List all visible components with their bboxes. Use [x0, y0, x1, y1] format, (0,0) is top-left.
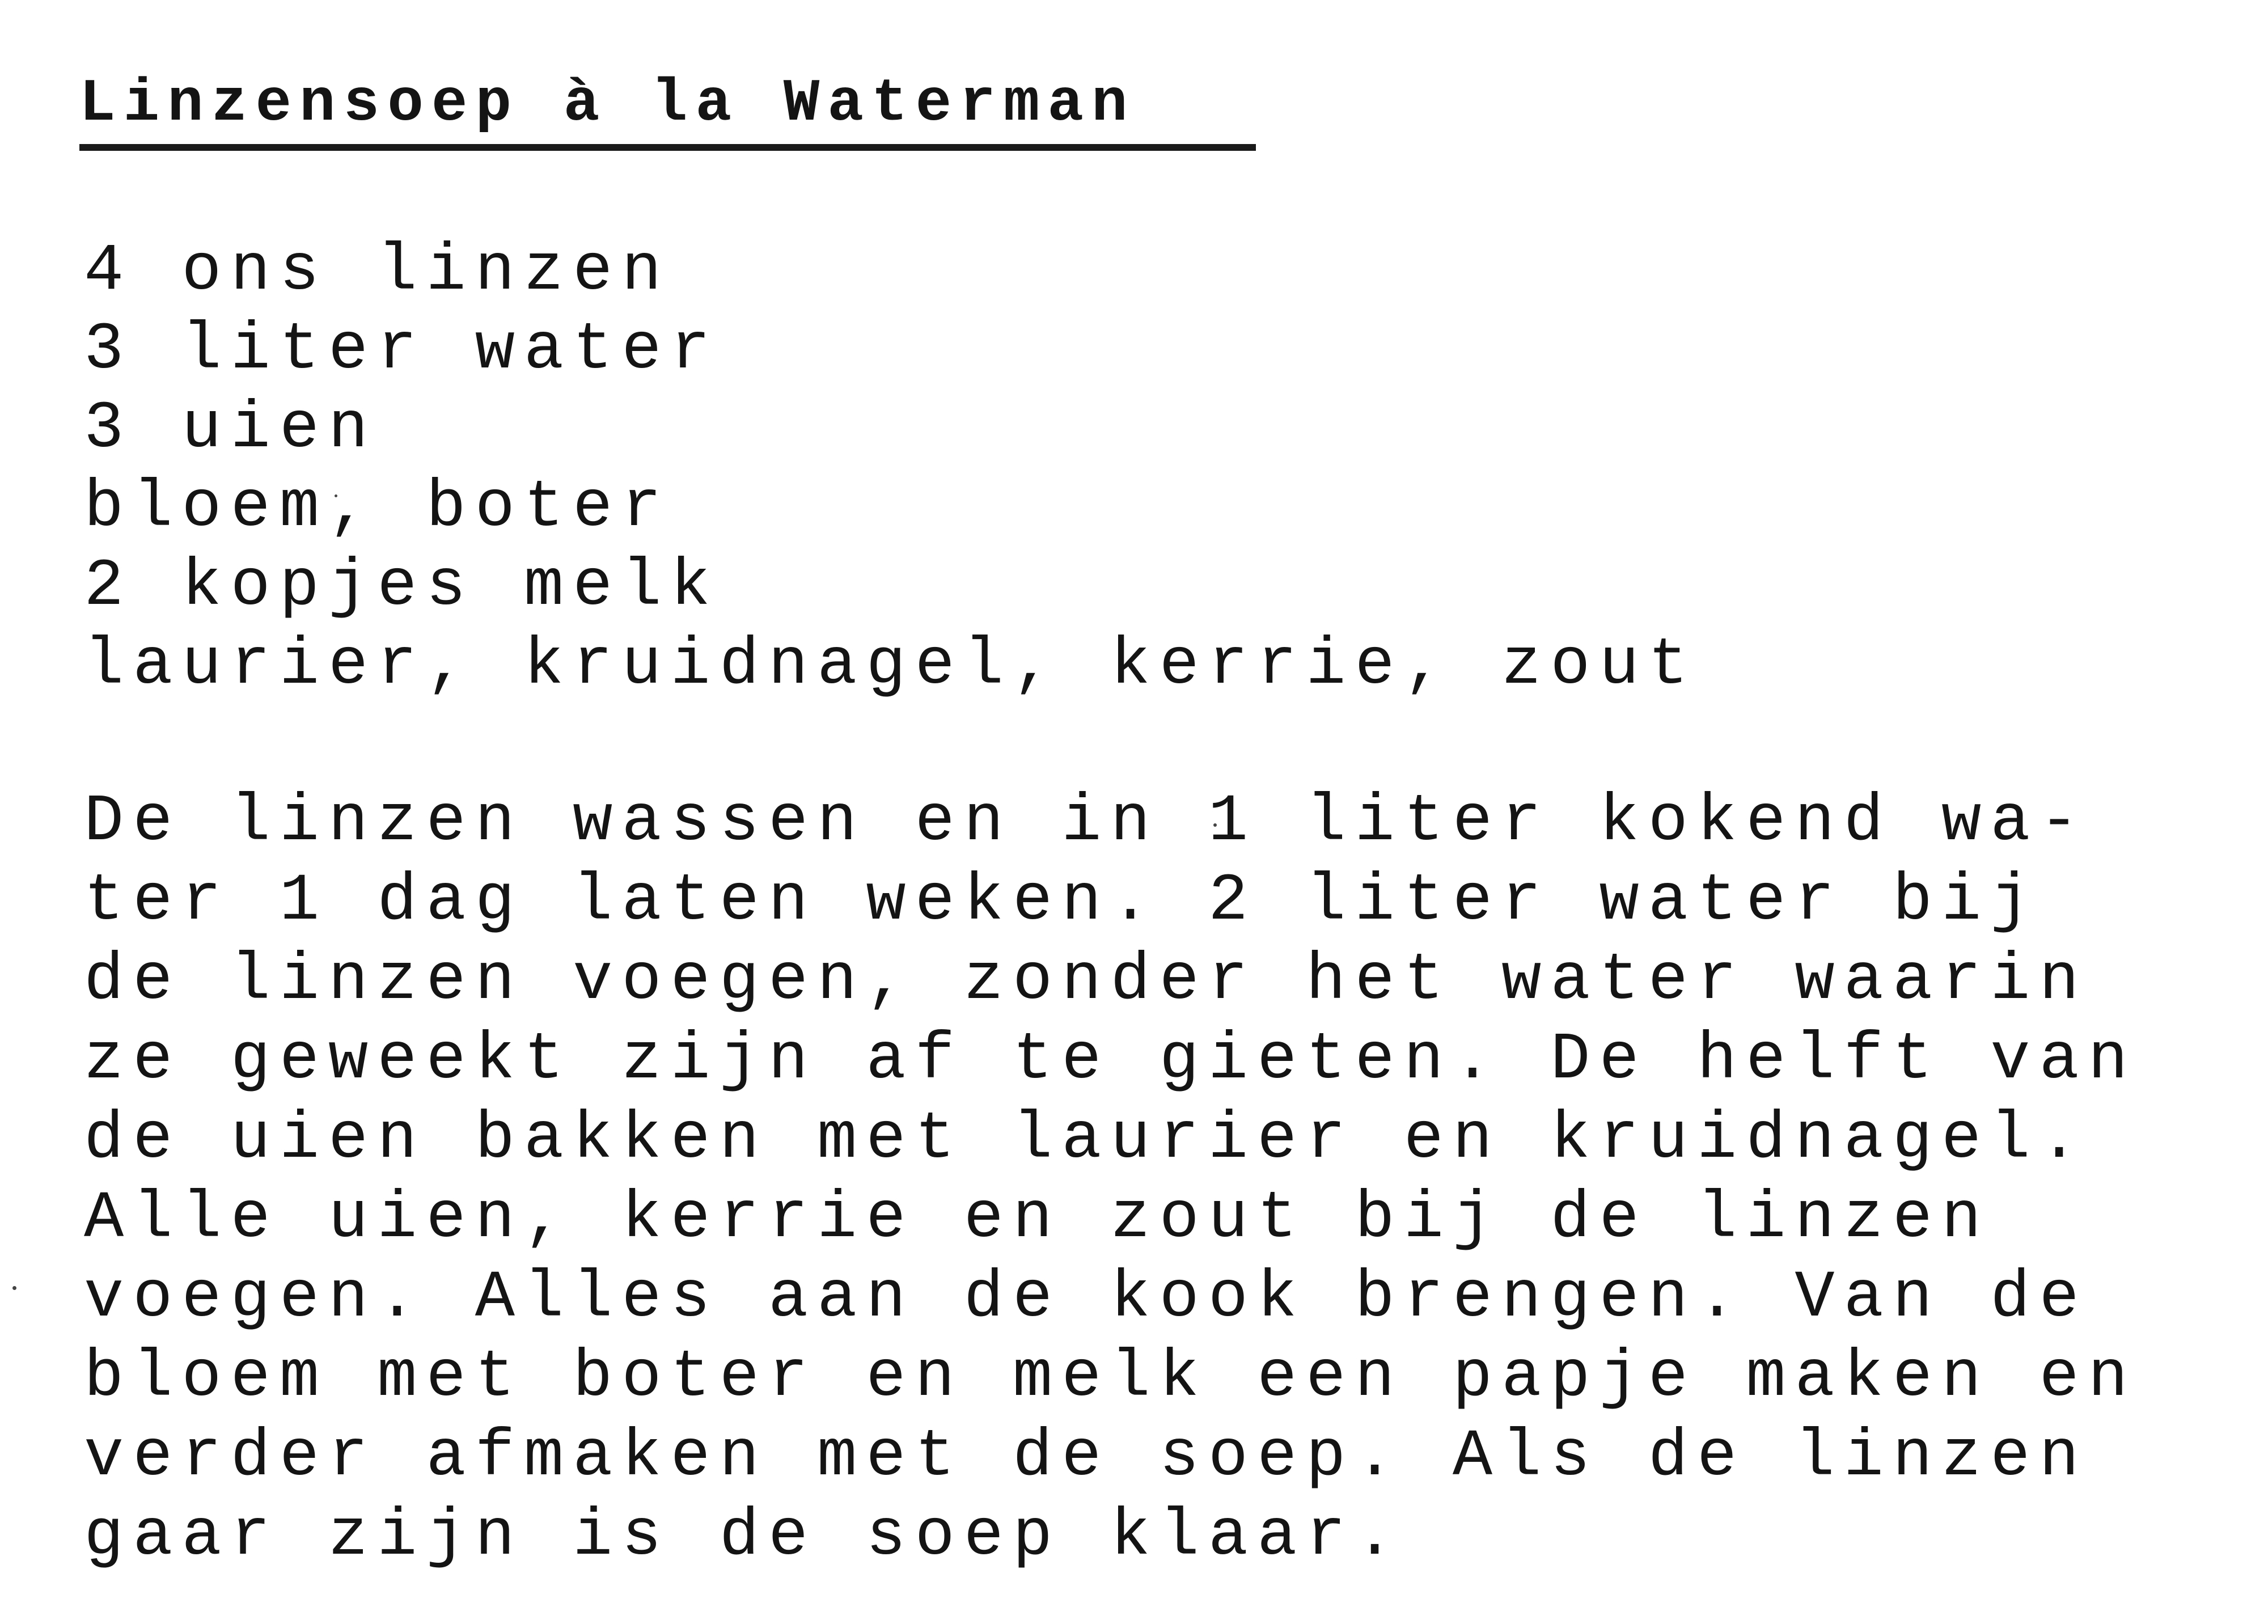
method-line: verder afmaken met de soep. Als de linze…: [84, 1420, 2088, 1495]
paper-speck: [335, 494, 337, 497]
method-line: voegen. Alles aan de kook brengen. Van d…: [84, 1261, 2088, 1336]
ingredient-item: 3 liter water: [84, 313, 720, 388]
method-line: Alle uien, kerrie en zout bij de linzen: [84, 1182, 1991, 1257]
ingredient-item: bloem, boter: [84, 471, 671, 545]
paper-speck: [1213, 823, 1217, 827]
title-underline: [79, 144, 1256, 151]
method-line: gaar zijn is de soep klaar.: [84, 1499, 1404, 1574]
method-line: de uien bakken met laurier en kruidnagel…: [84, 1102, 2088, 1177]
ingredient-item: laurier, kruidnagel, kerrie, zout: [84, 628, 1697, 703]
method-line: bloem met boter en melk een papje maken …: [84, 1340, 2137, 1415]
ingredient-item: 2 kopjes melk: [84, 549, 720, 624]
method-line: ze geweekt zijn af te gieten. De helft v…: [84, 1023, 2137, 1098]
ingredient-item: 3 uien: [84, 392, 378, 467]
paper-speck: [12, 1286, 16, 1290]
method-line: De linzen wassen en in 1 liter kokend wa…: [84, 785, 2088, 860]
ingredient-item: 4 ons linzen: [84, 234, 671, 309]
method-line: de linzen voegen, zonder het water waari…: [84, 944, 2088, 1018]
method-line: ter 1 dag laten weken. 2 liter water bij: [84, 864, 2039, 939]
ingredient-list: 4 ons linzen 3 liter water 3 uien bloem,…: [84, 232, 1697, 705]
method-paragraph: De linzen wassen en in 1 liter kokend wa…: [84, 783, 2137, 1576]
recipe-page: Linzensoep à la Waterman 4 ons linzen 3 …: [0, 0, 2268, 1624]
recipe-title: Linzensoep à la Waterman: [79, 70, 1136, 138]
